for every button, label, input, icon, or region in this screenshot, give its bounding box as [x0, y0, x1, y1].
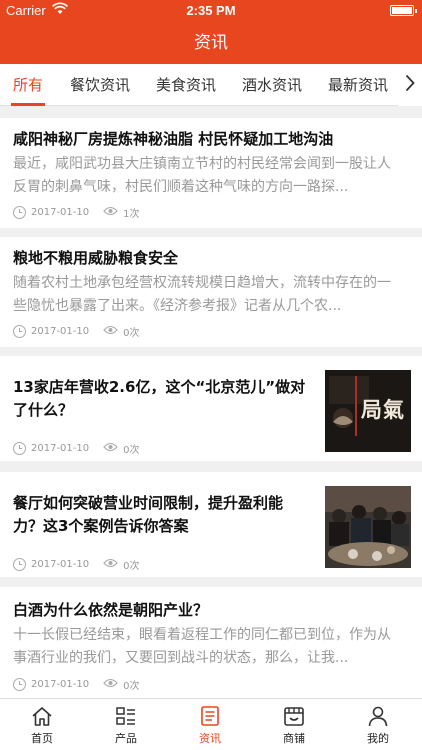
- eye-icon: [103, 442, 118, 455]
- article-desc-line: 事酒行业的我们，又要回到战斗的状态，那么，让我...: [13, 650, 349, 666]
- eye-icon: [103, 558, 118, 571]
- article-title: 粮地不粮用威胁粮食安全: [13, 249, 179, 267]
- tabbar-item-news[interactable]: 资讯: [168, 699, 252, 750]
- article-date: 2017-01-10: [31, 442, 90, 454]
- article-thumbnail: [325, 486, 411, 568]
- tabbar-item-store[interactable]: 商铺: [252, 699, 336, 750]
- article-card[interactable]: 粮地不粮用威胁粮食安全 随着农村土地承包经营权流转规模日趋增大，流转中存在的一 …: [0, 237, 422, 347]
- clock-time: 2:35 PM: [186, 3, 236, 18]
- article-meta: 2017-01-10 1次: [13, 205, 140, 220]
- tabbar-label: 我的: [367, 732, 389, 745]
- article-date: 2017-01-10: [31, 678, 90, 690]
- article-title-line: 力？这3个案例告诉你答案: [13, 517, 189, 535]
- article-date: 2017-01-10: [31, 558, 90, 570]
- article-title-line: 13家店年营收2.6亿，这个“北京范儿”做对: [13, 378, 306, 396]
- article-title-line: 餐厅如何突破营业时间限制，提升盈利能: [13, 494, 284, 512]
- article-list: 咸阳神秘厂房提炼神秘油脂 村民怀疑加工地沟油 最近，咸阳武功县大庄镇南立节村的村…: [0, 106, 422, 698]
- article-desc-line: 最近，咸阳武功县大庄镇南立节村的村民经常会闻到一股让人: [13, 156, 391, 172]
- nav-bar: 资讯: [0, 22, 422, 64]
- battery-icon: [390, 5, 417, 16]
- eye-icon: [103, 206, 118, 219]
- clock-icon: [13, 677, 26, 691]
- article-desc-line: 十一长假已经结束，眼看着返程工作的同仁都已到位，作为从: [13, 627, 391, 643]
- news-icon: [199, 705, 221, 727]
- article-card[interactable]: 餐厅如何突破营业时间限制，提升盈利能 力？这3个案例告诉你答案 2017-01-…: [0, 472, 422, 577]
- category-tabs: 所有 餐饮资讯 美食资讯 酒水资讯 最新资讯: [0, 64, 422, 106]
- tabbar-label: 资讯: [199, 732, 221, 745]
- home-icon: [31, 705, 53, 727]
- clock-icon: [13, 441, 26, 455]
- article-title-line: 了什么？: [13, 401, 74, 419]
- article-views: 0次: [123, 560, 140, 572]
- clock-icon: [13, 557, 26, 571]
- article-card[interactable]: 咸阳神秘厂房提炼神秘油脂 村民怀疑加工地沟油 最近，咸阳武功县大庄镇南立节村的村…: [0, 118, 422, 228]
- tabbar-label: 商铺: [283, 732, 305, 745]
- article-title: 咸阳神秘厂房提炼神秘油脂 村民怀疑加工地沟油: [13, 130, 334, 148]
- tab-latest-news[interactable]: 最新资讯: [328, 64, 388, 106]
- tab-catering-news[interactable]: 餐饮资讯: [70, 64, 130, 106]
- article-title: 白酒为什么依然是朝阳产业？: [13, 601, 209, 619]
- clock-icon: [13, 205, 26, 219]
- article-meta: 2017-01-10 0次: [13, 441, 140, 456]
- article-meta: 2017-01-10 0次: [13, 324, 140, 339]
- article-date: 2017-01-10: [31, 206, 90, 218]
- article-card[interactable]: 白酒为什么依然是朝阳产业？ 十一长假已经结束，眼看着返程工作的同仁都已到位，作为…: [0, 587, 422, 698]
- article-card[interactable]: 13家店年营收2.6亿，这个“北京范儿”做对 了什么？ 2017-01-10 0…: [0, 356, 422, 461]
- store-icon: [283, 705, 305, 727]
- thumbnail-logo-text: 局氣: [361, 397, 405, 422]
- clock-icon: [13, 324, 26, 338]
- article-date: 2017-01-10: [31, 325, 90, 337]
- article-desc-line: 随着农村土地承包经营权流转规模日趋增大，流转中存在的一: [13, 275, 391, 291]
- bottom-tab-bar: 首页 产品 资讯 商铺 我的: [0, 698, 422, 750]
- list-icon: [115, 705, 137, 727]
- tabbar-item-products[interactable]: 产品: [84, 699, 168, 750]
- article-views: 0次: [123, 680, 140, 692]
- article-meta: 2017-01-10 0次: [13, 557, 140, 572]
- tabbar-item-me[interactable]: 我的: [336, 699, 420, 750]
- article-thumbnail: 局氣: [325, 370, 411, 452]
- article-desc-line: 反胃的刺鼻气味，村民们顺着这种气味的方向一路探...: [13, 179, 349, 195]
- page-title: 资讯: [194, 33, 228, 53]
- tab-liquor-news[interactable]: 酒水资讯: [242, 64, 302, 106]
- article-meta: 2017-01-10 0次: [13, 677, 140, 692]
- tab-food-news[interactable]: 美食资讯: [156, 64, 216, 106]
- eye-icon: [103, 678, 118, 691]
- article-views: 0次: [123, 444, 140, 456]
- article-views: 1次: [123, 208, 140, 220]
- article-desc-line: 些隐忧也暴露了出来。《经济参考报》记者从几个农...: [13, 298, 342, 314]
- eye-icon: [103, 325, 118, 338]
- tabs-scroll-right-button[interactable]: [398, 64, 422, 106]
- article-views: 0次: [123, 327, 140, 339]
- tabbar-label: 首页: [31, 732, 53, 745]
- tab-all[interactable]: 所有: [10, 64, 46, 106]
- tabbar-label: 产品: [115, 732, 137, 745]
- chevron-right-icon: [405, 74, 415, 96]
- tabbar-item-home[interactable]: 首页: [0, 699, 84, 750]
- status-bar: Carrier 2:35 PM: [0, 0, 422, 22]
- user-icon: [367, 705, 389, 727]
